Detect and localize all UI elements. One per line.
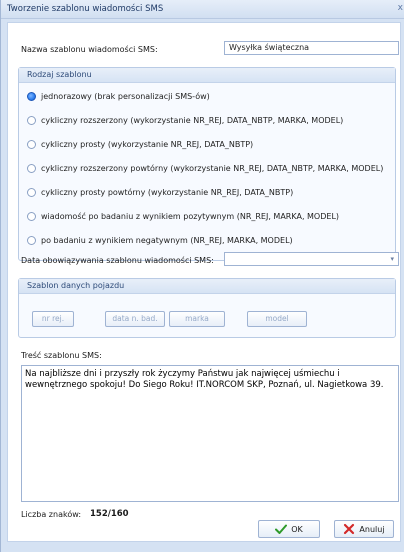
radio-icon bbox=[27, 188, 36, 197]
ok-button[interactable]: OK bbox=[258, 520, 320, 538]
radio-label: cykliczny rozszerzony powtórny (wykorzys… bbox=[41, 164, 384, 173]
template-type-group: Rodzaj szablonu jednorazowy (brak person… bbox=[18, 67, 396, 261]
close-icon[interactable]: x bbox=[398, 3, 403, 13]
check-icon bbox=[275, 523, 288, 535]
cancel-label: Anuluj bbox=[359, 524, 385, 534]
radio-icon bbox=[27, 212, 36, 221]
radio-label: cykliczny rozszerzony (wykorzystanie NR_… bbox=[41, 116, 344, 125]
radio-option-1[interactable]: cykliczny rozszerzony (wykorzystanie NR_… bbox=[27, 116, 343, 125]
dialog-content: Nazwa szablonu wiadomości SMS: Wysyłka ś… bbox=[7, 22, 401, 542]
radio-option-4[interactable]: cykliczny prosty powtórny (wykorzystanie… bbox=[27, 188, 293, 197]
radio-option-5[interactable]: wiadomość po badaniu z wynikiem pozytywn… bbox=[27, 212, 339, 221]
radio-icon bbox=[27, 116, 36, 125]
radio-option-6[interactable]: po badaniu z wynikiem negatywnym (NR_REJ… bbox=[27, 236, 293, 245]
close-icon bbox=[343, 523, 355, 535]
dialog-window: Tworzenie szablonu wiadomości SMS x Nazw… bbox=[0, 0, 404, 552]
ok-label: OK bbox=[291, 524, 303, 534]
chevron-down-icon[interactable]: ▾ bbox=[390, 255, 394, 263]
template-type-header: Rodzaj szablonu bbox=[19, 68, 395, 83]
vehicle-template-group: Szablon danych pojazdu nr rej. data n. b… bbox=[18, 278, 396, 338]
vehicle-template-header: Szablon danych pojazdu bbox=[19, 279, 395, 294]
char-count-label: Liczba znaków: bbox=[21, 510, 82, 519]
radio-selected-icon bbox=[27, 92, 36, 101]
radio-label: cykliczny prosty powtórny (wykorzystanie… bbox=[41, 188, 294, 197]
marka-button[interactable]: marka bbox=[169, 311, 225, 327]
sms-content-textarea[interactable] bbox=[21, 365, 399, 502]
date-label: Data obowiązywania szablonu wiadomości S… bbox=[21, 256, 214, 265]
window-title: Tworzenie szablonu wiadomości SMS bbox=[7, 4, 164, 14]
radio-label: cykliczny prosty (wykorzystanie NR_REJ, … bbox=[41, 140, 254, 149]
radio-option-2[interactable]: cykliczny prosty (wykorzystanie NR_REJ, … bbox=[27, 140, 253, 149]
template-name-label: Nazwa szablonu wiadomości SMS: bbox=[21, 45, 158, 54]
cancel-button[interactable]: Anuluj bbox=[334, 520, 394, 538]
radio-option-0[interactable]: jednorazowy (brak personalizacji SMS-ów) bbox=[27, 92, 210, 101]
vehicle-template-title: Szablon danych pojazdu bbox=[27, 281, 125, 290]
date-select[interactable]: ▾ bbox=[224, 252, 399, 266]
data-n-bad-button[interactable]: data n. bad. bbox=[105, 311, 165, 327]
title-bar: Tworzenie szablonu wiadomości SMS x bbox=[1, 0, 404, 19]
radio-icon bbox=[27, 140, 36, 149]
template-name-input[interactable]: Wysyłka świąteczna bbox=[224, 41, 399, 55]
radio-label: wiadomość po badaniu z wynikiem pozytywn… bbox=[41, 212, 340, 221]
template-type-title: Rodzaj szablonu bbox=[27, 70, 92, 79]
radio-label: jednorazowy (brak personalizacji SMS-ów) bbox=[41, 92, 210, 101]
char-count-value: 152/160 bbox=[90, 509, 129, 519]
radio-option-3[interactable]: cykliczny rozszerzony powtórny (wykorzys… bbox=[27, 164, 383, 173]
model-button[interactable]: model bbox=[247, 311, 307, 327]
radio-label: po badaniu z wynikiem negatywnym (NR_REJ… bbox=[41, 236, 293, 245]
radio-icon bbox=[27, 236, 36, 245]
content-label: Treść szablonu SMS: bbox=[21, 351, 102, 360]
nr-rej-button[interactable]: nr rej. bbox=[32, 311, 74, 327]
radio-icon bbox=[27, 164, 36, 173]
